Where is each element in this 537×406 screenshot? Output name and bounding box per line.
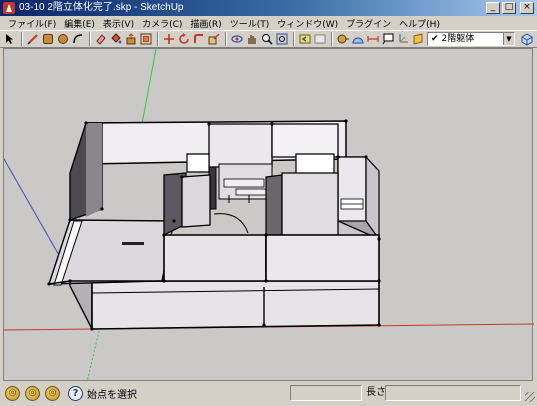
menu-bar: ファイル(F) 編集(E) 表示(V) カメラ(C) 描画(R) ツール(T) … bbox=[0, 16, 537, 30]
text-icon[interactable] bbox=[381, 33, 394, 46]
user-icon[interactable]: ◎ bbox=[45, 385, 60, 401]
scale-icon[interactable] bbox=[207, 33, 220, 46]
sketchup-window: 03-10 2階立体化完了.skp - SketchUp _ □ × ファイル(… bbox=[0, 0, 537, 406]
layer-manager-icon[interactable] bbox=[520, 32, 534, 46]
partition-center-back bbox=[208, 123, 273, 168]
eraser-icon[interactable] bbox=[94, 33, 107, 46]
menu-tools[interactable]: ツール(T) bbox=[226, 17, 274, 30]
model-viewport[interactable] bbox=[3, 48, 534, 382]
next-view-icon[interactable] bbox=[313, 33, 326, 46]
rotate-icon[interactable] bbox=[177, 33, 190, 46]
circle-icon[interactable] bbox=[56, 33, 69, 46]
move-icon[interactable] bbox=[162, 33, 175, 46]
window-controls: _ □ × bbox=[486, 2, 534, 14]
menu-plugins[interactable]: プラグイン bbox=[342, 17, 395, 30]
rectangle-icon[interactable] bbox=[41, 33, 54, 46]
sketchup-app-icon bbox=[3, 2, 15, 14]
partition-small bbox=[186, 153, 210, 173]
arc-icon[interactable] bbox=[71, 33, 84, 46]
measurements-input[interactable] bbox=[385, 385, 521, 401]
offset-icon[interactable] bbox=[139, 33, 152, 46]
follow-me-icon[interactable] bbox=[192, 33, 205, 46]
left-wall-shade bbox=[86, 123, 102, 217]
title-bar[interactable]: 03-10 2階立体化完了.skp - SketchUp _ □ × bbox=[0, 0, 537, 16]
geo-location-icon[interactable]: ◎ bbox=[5, 385, 20, 401]
push-pull-icon[interactable] bbox=[124, 33, 137, 46]
menu-camera[interactable]: カメラ(C) bbox=[138, 17, 186, 30]
status-message: 始点を選択 bbox=[87, 389, 137, 401]
resize-grip-icon[interactable] bbox=[525, 392, 535, 402]
pan-icon[interactable] bbox=[245, 33, 258, 46]
toolbar-separator bbox=[225, 32, 227, 46]
menu-draw[interactable]: 描画(R) bbox=[186, 17, 225, 30]
opening-slot bbox=[122, 242, 144, 245]
menu-window[interactable]: ウィンドウ(W) bbox=[273, 17, 342, 30]
check-icon: ✔ bbox=[431, 34, 439, 44]
layer-select[interactable]: ✔ 2階躯体 ▼ bbox=[427, 32, 515, 46]
measurements-label: 長さ bbox=[366, 387, 386, 398]
left-end-wall bbox=[69, 280, 93, 330]
status-panel bbox=[290, 385, 362, 401]
section-plane-icon[interactable] bbox=[411, 33, 424, 46]
menu-view[interactable]: 表示(V) bbox=[99, 17, 138, 30]
front-right-room-wall bbox=[265, 234, 380, 282]
toolbar-separator bbox=[157, 32, 159, 46]
maximize-button[interactable]: □ bbox=[502, 2, 516, 14]
right-wall-face bbox=[337, 156, 367, 222]
credits-icon[interactable]: ◎ bbox=[25, 385, 40, 401]
toolbar-separator bbox=[89, 32, 91, 46]
model-canvas[interactable] bbox=[4, 49, 534, 382]
menu-file[interactable]: ファイル(F) bbox=[4, 17, 60, 30]
front-left-room-wall bbox=[163, 234, 267, 282]
front-left-room-side bbox=[181, 174, 211, 228]
menu-help[interactable]: ヘルプ(H) bbox=[395, 17, 444, 30]
menu-edit[interactable]: 編集(E) bbox=[60, 17, 99, 30]
zoom-extents-icon[interactable] bbox=[275, 33, 288, 46]
pencil-line-icon[interactable] bbox=[26, 33, 39, 46]
zoom-icon[interactable] bbox=[260, 33, 273, 46]
green-axis bbox=[141, 49, 157, 125]
green-axis-hidden bbox=[86, 326, 101, 382]
status-bar: ◎ ◎ ◎ ? 始点を選択 長さ bbox=[0, 382, 537, 404]
previous-view-icon[interactable] bbox=[298, 33, 311, 46]
axes-icon[interactable] bbox=[396, 33, 409, 46]
chevron-down-icon[interactable]: ▼ bbox=[503, 33, 514, 45]
front-wall-lower bbox=[91, 280, 380, 330]
layer-name: 2階躯体 bbox=[441, 34, 475, 44]
minimize-button[interactable]: _ bbox=[486, 2, 500, 14]
partition-right-back bbox=[271, 123, 339, 158]
front-right-room-back bbox=[281, 172, 339, 236]
toolbar-separator bbox=[331, 32, 333, 46]
help-icon[interactable]: ? bbox=[68, 385, 83, 401]
select-arrow-icon[interactable] bbox=[3, 33, 16, 46]
paint-bucket-icon[interactable] bbox=[109, 33, 122, 46]
toolbar-separator bbox=[293, 32, 295, 46]
close-button[interactable]: × bbox=[520, 2, 534, 14]
front-right-room-inner bbox=[265, 174, 283, 236]
protractor-icon[interactable] bbox=[351, 33, 364, 46]
orbit-icon[interactable] bbox=[230, 33, 243, 46]
window-title: 03-10 2階立体化完了.skp - SketchUp bbox=[19, 2, 184, 13]
toolbar-separator bbox=[21, 32, 23, 46]
dimension-icon[interactable] bbox=[366, 33, 379, 46]
tape-measure-icon[interactable] bbox=[336, 33, 349, 46]
